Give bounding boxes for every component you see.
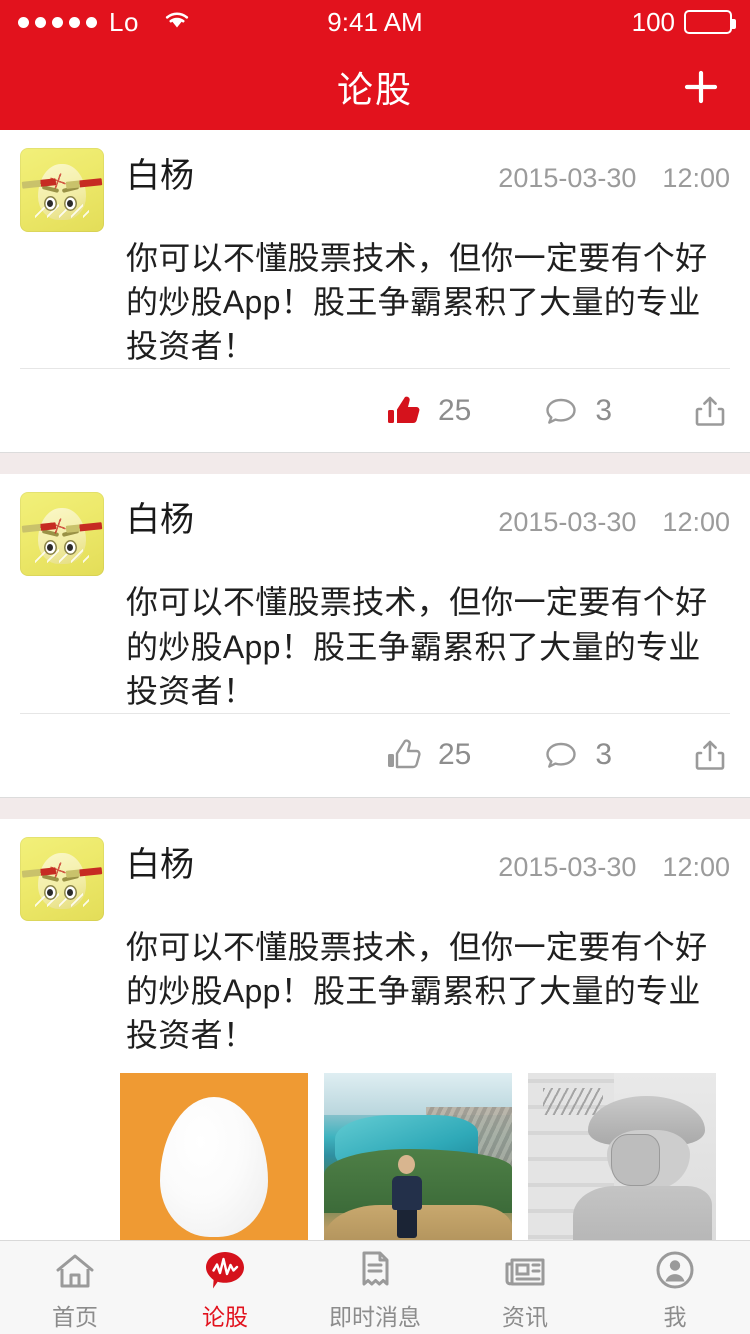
post-feed[interactable]: 白杨 2015-03-30 12:00 你可以不懂股票技术，但你一定要有个好的炒… (0, 130, 750, 1240)
post-header: 白杨 2015-03-30 12:00 (0, 130, 750, 232)
post-body: 你可以不懂股票技术，但你一定要有个好的炒股App！股王争霸累积了大量的专业投资者… (0, 921, 750, 1057)
post-body: 你可以不懂股票技术，但你一定要有个好的炒股App！股王争霸累积了大量的专业投资者… (0, 576, 750, 712)
newspaper-icon (502, 1248, 548, 1292)
post-image-grid (0, 1057, 750, 1240)
tab-messages[interactable]: 即时消息 (300, 1241, 450, 1334)
post-text: 你可以不懂股票技术，但你一定要有个好的炒股App！股王争霸累积了大量的专业投资者… (126, 928, 708, 1054)
share-button[interactable] (690, 735, 730, 775)
post-time: 12:00 (662, 851, 730, 882)
pencil-sketch-portrait-thumbnail[interactable] (528, 1073, 716, 1240)
comment-button[interactable]: 3 (541, 735, 612, 775)
post-author[interactable]: 白杨 (126, 837, 194, 886)
post-item[interactable]: 白杨 2015-03-30 12:00 你可以不懂股票技术，但你一定要有个好的炒… (0, 130, 750, 453)
comment-count: 3 (595, 738, 612, 772)
post-meta: 2015-03-30 12:00 (498, 507, 730, 538)
add-post-button[interactable] (674, 60, 728, 114)
bottom-tab-bar: 首页 论股 即时消息 资讯 我 (0, 1240, 750, 1334)
status-bar-left: Lo (18, 7, 193, 38)
comment-bubble-icon (546, 398, 577, 424)
avatar[interactable] (20, 492, 104, 577)
share-icon (695, 741, 725, 771)
status-bar: Lo 9:41 AM 100 (0, 0, 750, 44)
tab-profile-label: 我 (663, 1303, 687, 1330)
like-count: 25 (437, 738, 472, 772)
share-button[interactable] (690, 391, 730, 431)
post-time: 12:00 (662, 507, 730, 538)
avatar[interactable] (20, 836, 104, 921)
like-button[interactable]: 25 (384, 391, 471, 431)
post-date: 2015-03-30 (498, 163, 637, 193)
stock-chat-bubble-icon (202, 1248, 248, 1292)
post-actions: 25 3 (20, 368, 730, 452)
post-body: 你可以不懂股票技术，但你一定要有个好的炒股App！股王争霸累积了大量的专业投资者… (0, 232, 750, 368)
comment-count: 3 (595, 393, 612, 427)
tab-forum[interactable]: 论股 (150, 1241, 300, 1334)
post-author[interactable]: 白杨 (126, 148, 194, 197)
post-text: 你可以不懂股票技术，但你一定要有个好的炒股App！股王争霸累积了大量的专业投资者… (126, 240, 708, 365)
tab-home-label: 首页 (52, 1303, 98, 1330)
thumbs-up-outline-icon (387, 739, 421, 769)
post-item[interactable]: 白杨 2015-03-30 12:00 你可以不懂股票技术，但你一定要有个好的炒… (0, 818, 750, 1240)
tab-forum-label: 论股 (202, 1303, 248, 1330)
post-header: 白杨 2015-03-30 12:00 (0, 474, 750, 577)
carrier-label: Lo (109, 6, 139, 37)
post-author[interactable]: 白杨 (126, 492, 194, 541)
like-button[interactable]: 25 (384, 735, 471, 775)
tab-messages-label: 即时消息 (329, 1303, 421, 1330)
post-header: 白杨 2015-03-30 12:00 (0, 819, 750, 921)
tab-news-label: 资讯 (502, 1303, 548, 1330)
nav-bar: 论股 (0, 44, 750, 130)
battery-full-icon (684, 10, 736, 34)
post-separator (0, 796, 750, 819)
egg-on-orange-thumbnail[interactable] (120, 1073, 308, 1240)
tab-profile[interactable]: 我 (600, 1241, 750, 1334)
like-count: 25 (437, 393, 472, 427)
home-icon (53, 1248, 97, 1292)
message-receipt-icon (355, 1248, 395, 1292)
comment-bubble-icon (546, 743, 577, 769)
signal-strength-dots (18, 16, 97, 28)
post-date: 2015-03-30 (498, 851, 637, 882)
status-bar-right: 100 (631, 6, 736, 38)
comment-button[interactable]: 3 (541, 391, 612, 431)
post-date: 2015-03-30 (498, 507, 637, 538)
share-icon (695, 396, 725, 426)
battery-percent-label: 100 (631, 6, 675, 37)
post-separator (0, 452, 750, 475)
post-item[interactable]: 白杨 2015-03-30 12:00 你可以不懂股票技术，但你一定要有个好的炒… (0, 474, 750, 797)
wifi-icon (161, 7, 193, 38)
tab-home[interactable]: 首页 (0, 1241, 150, 1334)
tab-news[interactable]: 资讯 (450, 1241, 600, 1334)
post-meta: 2015-03-30 12:00 (498, 852, 730, 883)
coastal-landscape-photo-thumbnail[interactable] (324, 1073, 512, 1240)
thumbs-up-filled-icon (387, 396, 420, 423)
page-title: 论股 (336, 69, 413, 110)
post-meta: 2015-03-30 12:00 (498, 163, 730, 194)
avatar[interactable] (20, 148, 104, 232)
post-time: 12:00 (662, 163, 730, 193)
post-actions: 25 3 (20, 712, 730, 797)
plus-icon (684, 70, 718, 104)
post-text: 你可以不懂股票技术，但你一定要有个好的炒股App！股王争霸累积了大量的专业投资者… (126, 584, 708, 709)
person-circle-icon (653, 1248, 697, 1292)
